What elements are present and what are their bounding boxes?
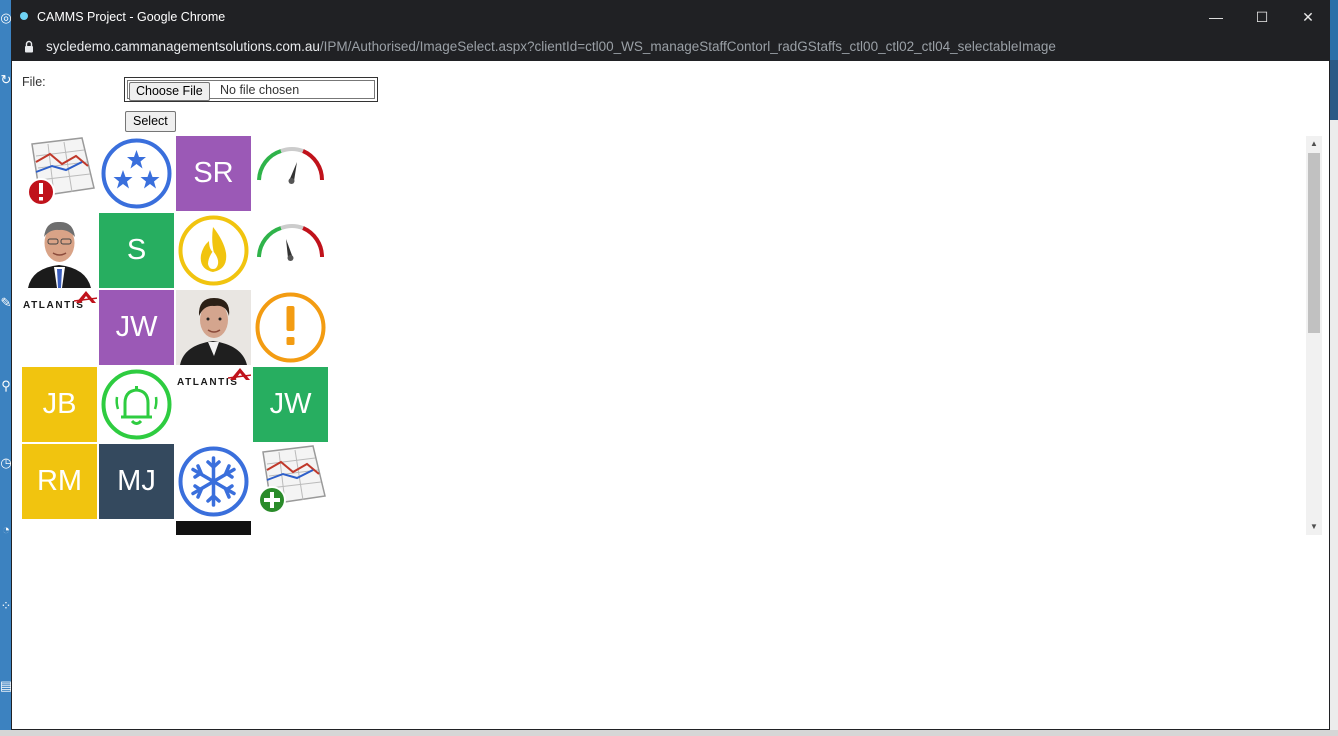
image-chart-alert[interactable] <box>22 136 97 211</box>
window-titlebar: CAMMS Project - Google Chrome — ☐ ✕ <box>12 1 1329 33</box>
image-gauge-2[interactable] <box>253 213 328 288</box>
image-initials-mj[interactable]: MJ <box>99 444 174 519</box>
scroll-up-arrow-icon[interactable]: ▲ <box>1306 136 1322 152</box>
maximize-button[interactable]: ☐ <box>1239 1 1285 33</box>
no-file-text: No file chosen <box>220 83 300 97</box>
person-photo <box>180 298 247 365</box>
image-atlantis-logo-2[interactable]: ATLANTIS <box>176 367 251 442</box>
person-photo <box>28 221 91 288</box>
image-bell-circle[interactable] <box>99 367 174 442</box>
url-host: sycledemo.cammanagementsolutions.com.au <box>46 39 320 54</box>
image-grid: SR S ATLANTIS JW JB ATLANTIS JW RM MJ <box>22 136 330 535</box>
initials-text: S <box>126 234 147 266</box>
initials-text: JW <box>115 311 158 343</box>
file-input[interactable]: Choose File No file chosen <box>124 77 378 102</box>
warning-icon <box>255 292 326 363</box>
background-app-bottom <box>0 730 1338 736</box>
url-text[interactable]: sycledemo.cammanagementsolutions.com.au/… <box>46 39 1056 54</box>
bell-icon <box>101 369 172 440</box>
page-content: File: Choose File No file chosen Select <box>12 61 1329 729</box>
image-initials-s[interactable]: S <box>99 213 174 288</box>
image-photo-man-1[interactable] <box>22 213 97 288</box>
initials-text: RM <box>36 465 83 497</box>
file-label: File: <box>22 75 46 89</box>
image-dark-partial[interactable] <box>176 521 251 535</box>
chrome-popup-window: CAMMS Project - Google Chrome — ☐ ✕ sycl… <box>11 0 1330 730</box>
initials-text: JB <box>42 388 77 420</box>
favicon-icon <box>20 12 28 20</box>
image-flame-circle[interactable] <box>176 213 251 288</box>
minimize-button[interactable]: — <box>1193 1 1239 33</box>
gauge-icon <box>257 224 325 261</box>
image-gauge-1[interactable] <box>253 136 328 211</box>
scroll-thumb[interactable] <box>1308 153 1320 333</box>
image-atlantis-logo-1[interactable]: ATLANTIS <box>22 290 97 365</box>
initials-text: SR <box>193 157 234 189</box>
stars-icon <box>101 138 172 209</box>
lock-icon <box>25 40 33 53</box>
image-initials-sr[interactable]: SR <box>176 136 251 211</box>
atlantis-logo-icon <box>228 368 251 380</box>
close-button[interactable]: ✕ <box>1285 1 1331 33</box>
image-chart-add[interactable] <box>253 444 328 519</box>
chart-add-icon <box>258 445 326 514</box>
flame-icon <box>178 215 249 286</box>
image-list-scrollbar[interactable]: ▲ ▼ <box>1306 136 1322 535</box>
image-initials-rm[interactable]: RM <box>22 444 97 519</box>
image-exclamation-circle[interactable] <box>253 290 328 365</box>
image-snowflake-circle[interactable] <box>176 444 251 519</box>
window-title: CAMMS Project - Google Chrome <box>37 10 226 24</box>
choose-file-button[interactable]: Choose File <box>129 82 210 101</box>
chart-alert-icon <box>27 137 95 206</box>
address-bar[interactable]: sycledemo.cammanagementsolutions.com.au/… <box>12 33 1329 61</box>
background-app-right <box>1330 60 1338 736</box>
select-button[interactable]: Select <box>125 111 176 132</box>
initials-text: JW <box>269 388 312 420</box>
image-initials-jw[interactable]: JW <box>99 290 174 365</box>
scroll-down-arrow-icon[interactable]: ▼ <box>1306 519 1322 535</box>
atlantis-logo-icon <box>74 291 97 303</box>
snowflake-icon <box>178 446 249 517</box>
image-photo-man-2[interactable] <box>176 290 251 365</box>
url-path: /IPM/Authorised/ImageSelect.aspx?clientI… <box>319 39 1056 54</box>
image-initials-jb[interactable]: JB <box>22 367 97 442</box>
gauge-icon <box>257 147 325 184</box>
image-initials-jw-2[interactable]: JW <box>253 367 328 442</box>
image-stars-circle[interactable] <box>99 136 174 211</box>
initials-text: MJ <box>117 465 156 497</box>
